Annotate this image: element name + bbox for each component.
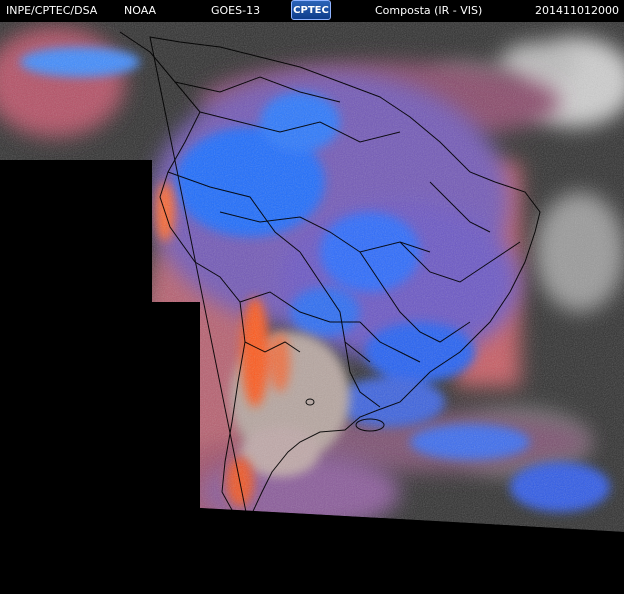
- cptec-logo: CPTEC: [291, 0, 331, 20]
- agency-label: NOAA: [124, 4, 157, 17]
- header-bar: INPE/CPTEC/DSA NOAA GOES-13 CPTEC Compos…: [0, 0, 624, 22]
- product-label: Composta (IR - VIS): [375, 4, 483, 17]
- composite-map: [0, 22, 624, 594]
- timestamp-label: 201411012000: [535, 4, 619, 17]
- satellite-image: [0, 22, 624, 594]
- org-label: INPE/CPTEC/DSA: [6, 4, 98, 17]
- satellite-label: GOES-13: [211, 4, 261, 17]
